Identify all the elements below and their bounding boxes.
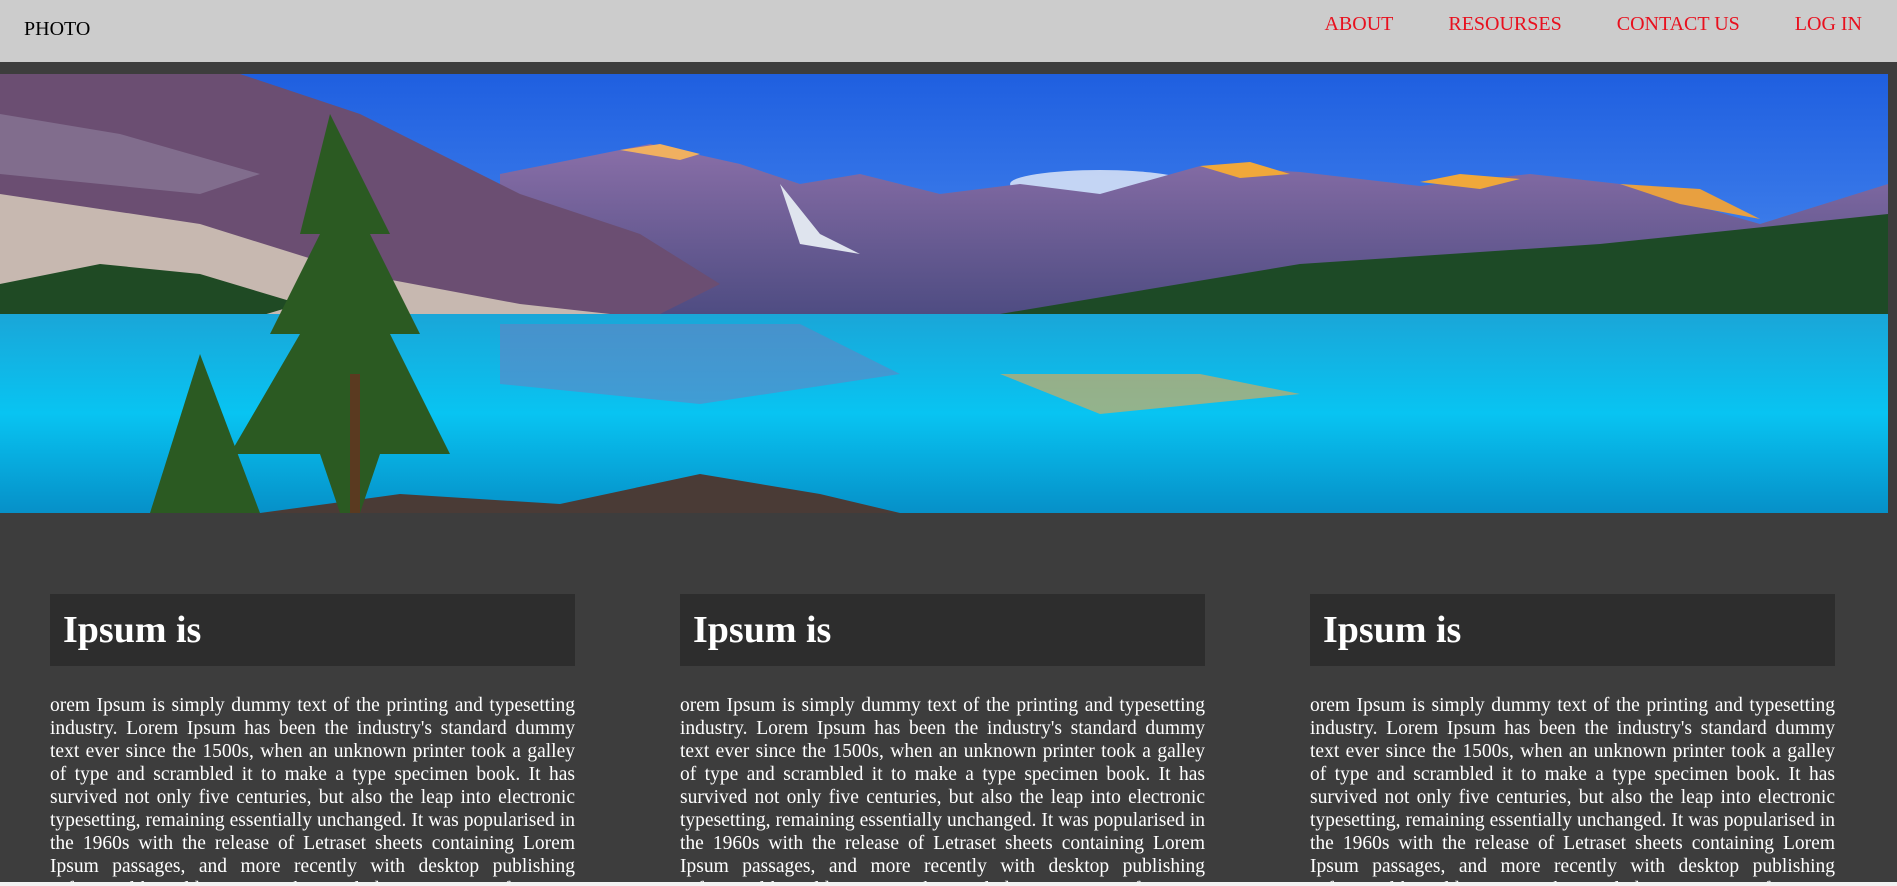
nav-link-contact[interactable]: CONTACT US bbox=[1617, 13, 1740, 36]
card-title: Ipsum is bbox=[50, 594, 575, 666]
card-body: orem Ipsum is simply dummy text of the p… bbox=[50, 695, 575, 884]
content-card: Ipsum is orem Ipsum is simply dummy text… bbox=[1310, 594, 1835, 884]
card-body: orem Ipsum is simply dummy text of the p… bbox=[680, 695, 1205, 884]
nav-links: ABOUT RESOURSES CONTACT US LOG IN bbox=[1269, 13, 1862, 36]
card-title: Ipsum is bbox=[1310, 594, 1835, 666]
hero-image bbox=[0, 74, 1888, 513]
card-title: Ipsum is bbox=[680, 594, 1205, 666]
card-body: orem Ipsum is simply dummy text of the p… bbox=[1310, 695, 1835, 884]
nav-link-login[interactable]: LOG IN bbox=[1795, 13, 1862, 36]
top-navbar: PHOTO ABOUT RESOURSES CONTACT US LOG IN bbox=[0, 0, 1897, 62]
nav-link-about[interactable]: ABOUT bbox=[1324, 13, 1393, 36]
content-card: Ipsum is orem Ipsum is simply dummy text… bbox=[680, 594, 1205, 884]
mountain-lake-landscape-icon bbox=[0, 74, 1888, 513]
nav-link-resources[interactable]: RESOURSES bbox=[1448, 13, 1561, 36]
content-card: Ipsum is orem Ipsum is simply dummy text… bbox=[50, 594, 575, 884]
site-brand[interactable]: PHOTO bbox=[24, 18, 90, 41]
bottom-edge bbox=[0, 882, 1897, 886]
